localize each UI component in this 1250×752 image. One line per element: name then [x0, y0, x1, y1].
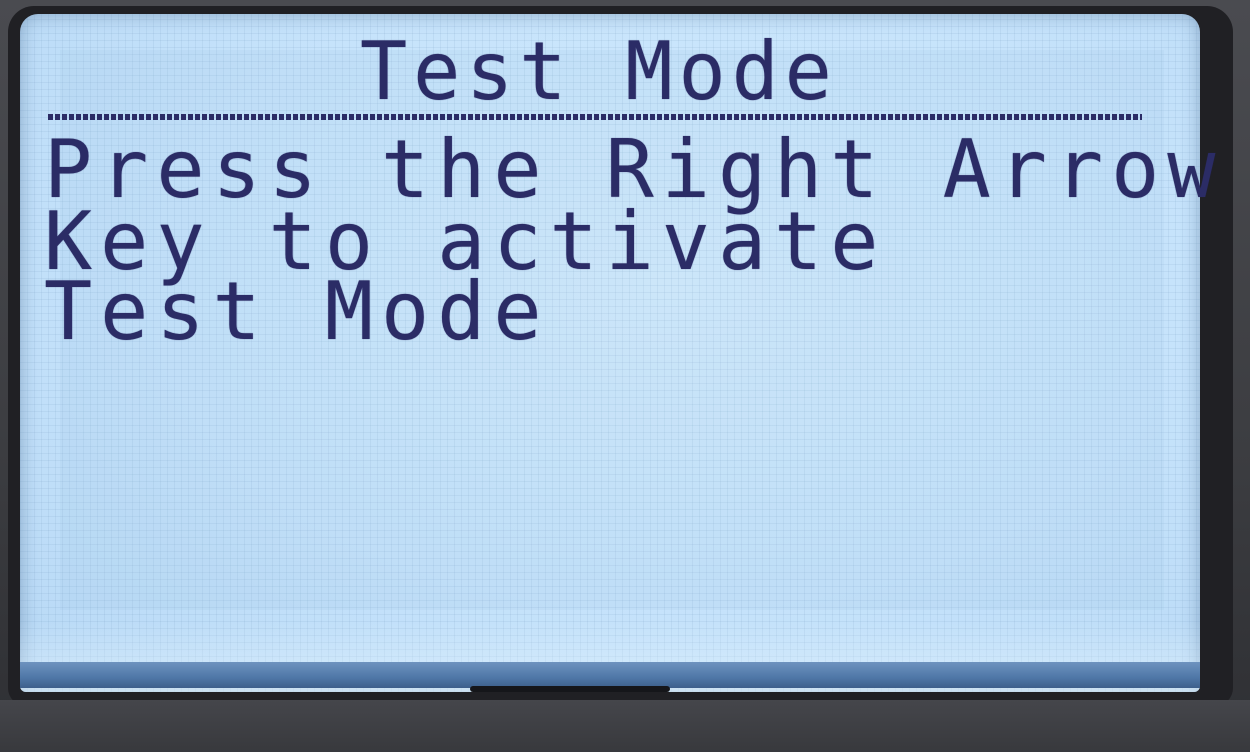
device-frame-lower — [0, 700, 1250, 752]
instruction-line-3: Test Mode — [44, 265, 550, 358]
screen-bottom-edge — [20, 662, 1200, 688]
title-underline — [48, 114, 1142, 120]
device-housing: Test Mode Press the Right Arrow Key to a… — [0, 0, 1250, 752]
screen-title: Test Mode — [360, 25, 838, 118]
bezel-notch — [470, 686, 670, 692]
